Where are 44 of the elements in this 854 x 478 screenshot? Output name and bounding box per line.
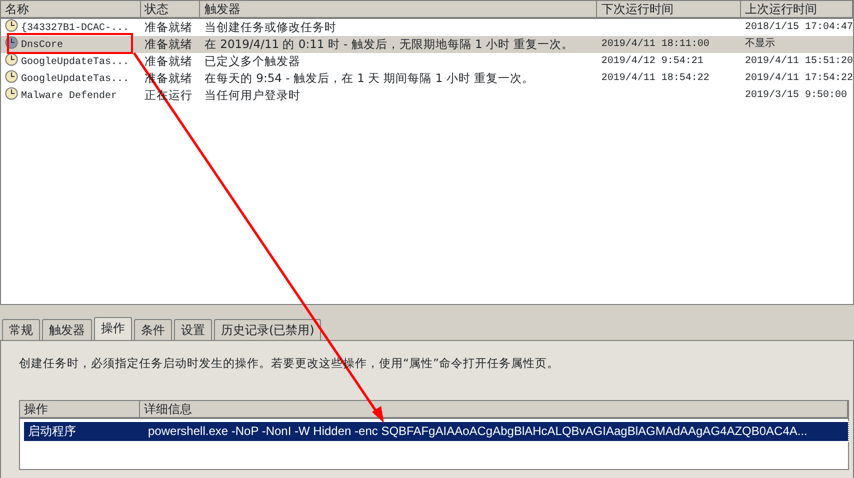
tab[interactable]: 操作 bbox=[94, 317, 132, 340]
column-header[interactable]: 下次运行时间 bbox=[597, 1, 741, 18]
column-header[interactable]: 触发器 bbox=[200, 1, 598, 18]
clock-icon bbox=[5, 53, 18, 66]
column-header[interactable]: 上次运行时间 bbox=[740, 1, 853, 18]
table-cell: 2019/4/11 15:51:20 bbox=[745, 56, 853, 67]
table-cell: 在 2019/4/11 的 0:11 时 - 触发后，无限期地每隔 1 小时 重复一次。 bbox=[204, 37, 574, 51]
column-header[interactable]: 操作 bbox=[20, 401, 140, 418]
table-cell: 2019/4/11 18:11:00 bbox=[601, 39, 710, 50]
tab[interactable]: 历史记录(已禁用) bbox=[214, 319, 322, 340]
table-cell: 准备就绪 bbox=[144, 20, 193, 34]
table-cell: 2018/1/15 17:04:47 bbox=[745, 22, 853, 33]
table-cell: 2019/4/11 17:54:22 bbox=[745, 73, 853, 84]
table-cell: 当任何用户登录时 bbox=[204, 88, 300, 102]
table-cell: 准备就绪 bbox=[144, 54, 193, 68]
table-cell: GoogleUpdateTas... bbox=[21, 74, 130, 85]
table-cell: powershell.exe -NoP -NonI -W Hidden -enc SQBFAFgAIAAoACgAbgBlAHcALQBvAGIAagBlAGMAdAAgAG4AZQB0AC4A... bbox=[148, 424, 808, 438]
table-cell: 2019/3/15 9:50:00 bbox=[745, 90, 848, 101]
table-cell: 在每天的 9:54 - 触发后，在 1 天 期间每隔 1 小时 重复一次。 bbox=[204, 71, 534, 85]
clock-icon bbox=[5, 70, 18, 83]
table-cell: 准备就绪 bbox=[144, 37, 193, 51]
table-cell: 2019/4/11 18:54:22 bbox=[601, 73, 710, 84]
table-cell: 不显示 bbox=[745, 39, 775, 50]
table-cell: 2019/4/12 9:54:21 bbox=[601, 56, 704, 67]
table-cell: 启动程序 bbox=[28, 424, 76, 438]
table-cell: GoogleUpdateTas... bbox=[21, 57, 130, 68]
task-row[interactable]: {343327B1-DCAC-... 准备就绪 当创建任务或修改任务时 2018/1/15 17:04:47 bbox=[1, 19, 853, 36]
tab[interactable]: 触发器 bbox=[42, 319, 92, 340]
tab[interactable]: 设置 bbox=[174, 319, 212, 340]
task-row[interactable]: DnsCore 准备就绪 在 2019/4/11 的 0:11 时 - 触发后，无限期地每隔 1 小时 重复一次。 2019/4/11 18:11:00 不显示 bbox=[1, 36, 853, 53]
task-row[interactable]: GoogleUpdateTas... 准备就绪 已定义多个触发器 2019/4/12 9:54:21 2019/4/11 15:51:20 bbox=[1, 53, 853, 70]
clock-icon bbox=[5, 36, 18, 49]
column-header[interactable]: 状态 bbox=[140, 1, 200, 18]
table-cell: Malware Defender bbox=[21, 91, 118, 102]
tab[interactable]: 常规 bbox=[2, 319, 40, 340]
table-cell: {343327B1-DCAC-... bbox=[21, 23, 130, 34]
table-cell: DnsCore bbox=[21, 40, 64, 51]
table-cell: 当创建任务或修改任务时 bbox=[204, 20, 336, 34]
table-cell: 已定义多个触发器 bbox=[204, 54, 300, 68]
action-row[interactable]: 启动程序 powershell.exe -NoP -NonI -W Hidden -enc SQBFAFgAIAAoACgAbgBlAHcALQBvAGIAagBlAGMAdAAgAG4AZQB0AC4A... bbox=[24, 422, 848, 442]
column-header[interactable]: 详细信息 bbox=[140, 401, 848, 418]
tab[interactable]: 条件 bbox=[134, 319, 172, 340]
column-header[interactable]: 名称 bbox=[1, 1, 141, 18]
clock-icon bbox=[5, 87, 18, 100]
